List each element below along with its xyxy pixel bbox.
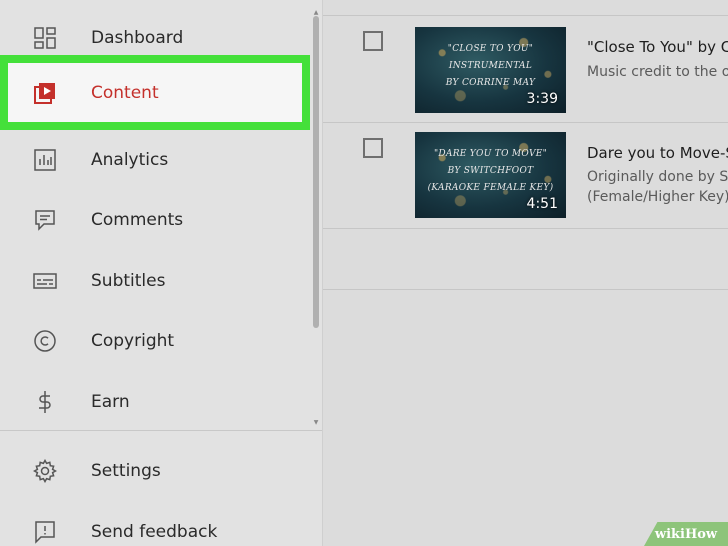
video-row[interactable]: "CLOSE TO YOU" INSTRUMENTAL BY CORRINE M… — [323, 16, 728, 122]
wikihow-watermark: wikiHow — [644, 522, 728, 546]
sidebar-divider — [0, 430, 322, 431]
video-description: Originally done by Sw (Female/Higher Key… — [587, 169, 728, 205]
sidebar-item-subtitles[interactable]: Subtitles — [0, 251, 310, 311]
comment-icon — [33, 208, 57, 232]
subtitles-icon — [33, 269, 57, 293]
feedback-icon — [33, 520, 57, 544]
sidebar-item-label: Analytics — [91, 150, 169, 170]
video-checkbox[interactable] — [363, 138, 383, 158]
video-list: "CLOSE TO YOU" INSTRUMENTAL BY CORRINE M… — [323, 0, 728, 546]
sidebar-item-label: Dashboard — [91, 28, 184, 48]
sidebar-item-label: Send feedback — [91, 522, 218, 542]
sidebar-item-content[interactable]: Content — [0, 55, 310, 130]
video-description: Music credit to the o — [587, 64, 728, 80]
divider — [323, 228, 728, 229]
scroll-down-arrow[interactable]: ▼ — [312, 420, 320, 426]
sidebar-item-label: Content — [91, 82, 159, 103]
content-icon — [33, 81, 57, 105]
video-title[interactable]: "Close To You" by C — [587, 38, 728, 56]
video-row[interactable]: "DARE YOU TO MOVE" BY SWITCHFOOT (KARAOK… — [323, 123, 728, 229]
video-duration: 3:39 — [526, 91, 558, 107]
sidebar-item-settings[interactable]: Settings — [0, 441, 310, 501]
thumbnail-text: "CLOSE TO YOU" INSTRUMENTAL BY CORRINE M… — [445, 44, 536, 88]
sidebar-item-copyright[interactable]: Copyright — [0, 311, 310, 371]
sidebar-item-analytics[interactable]: Analytics — [0, 130, 310, 190]
sidebar-item-label: Subtitles — [91, 271, 166, 291]
gear-icon — [33, 459, 57, 483]
video-title[interactable]: Dare you to Move-S — [587, 144, 728, 162]
sidebar-item-label: Comments — [91, 210, 184, 230]
video-thumbnail[interactable]: "DARE YOU TO MOVE" BY SWITCHFOOT (KARAOK… — [415, 132, 566, 218]
sidebar-item-label: Copyright — [91, 331, 175, 351]
copyright-icon — [33, 329, 57, 353]
sidebar: Dashboard Content Analytics Comments Sub… — [0, 0, 323, 546]
thumbnail-text: "DARE YOU TO MOVE" BY SWITCHFOOT (KARAOK… — [427, 149, 554, 193]
sidebar-item-label: Settings — [91, 461, 161, 481]
sidebar-item-send-feedback[interactable]: Send feedback — [0, 502, 310, 546]
sidebar-item-comments[interactable]: Comments — [0, 190, 310, 250]
video-checkbox[interactable] — [363, 31, 383, 51]
video-thumbnail[interactable]: "CLOSE TO YOU" INSTRUMENTAL BY CORRINE M… — [415, 27, 566, 113]
divider — [323, 289, 728, 290]
sidebar-scrollbar[interactable] — [313, 16, 319, 328]
sidebar-item-label: Earn — [91, 392, 130, 412]
sidebar-item-earn[interactable]: Earn — [0, 372, 310, 432]
dashboard-icon — [33, 26, 57, 50]
dollar-icon — [33, 390, 57, 414]
analytics-icon — [33, 148, 57, 172]
video-duration: 4:51 — [526, 196, 558, 212]
